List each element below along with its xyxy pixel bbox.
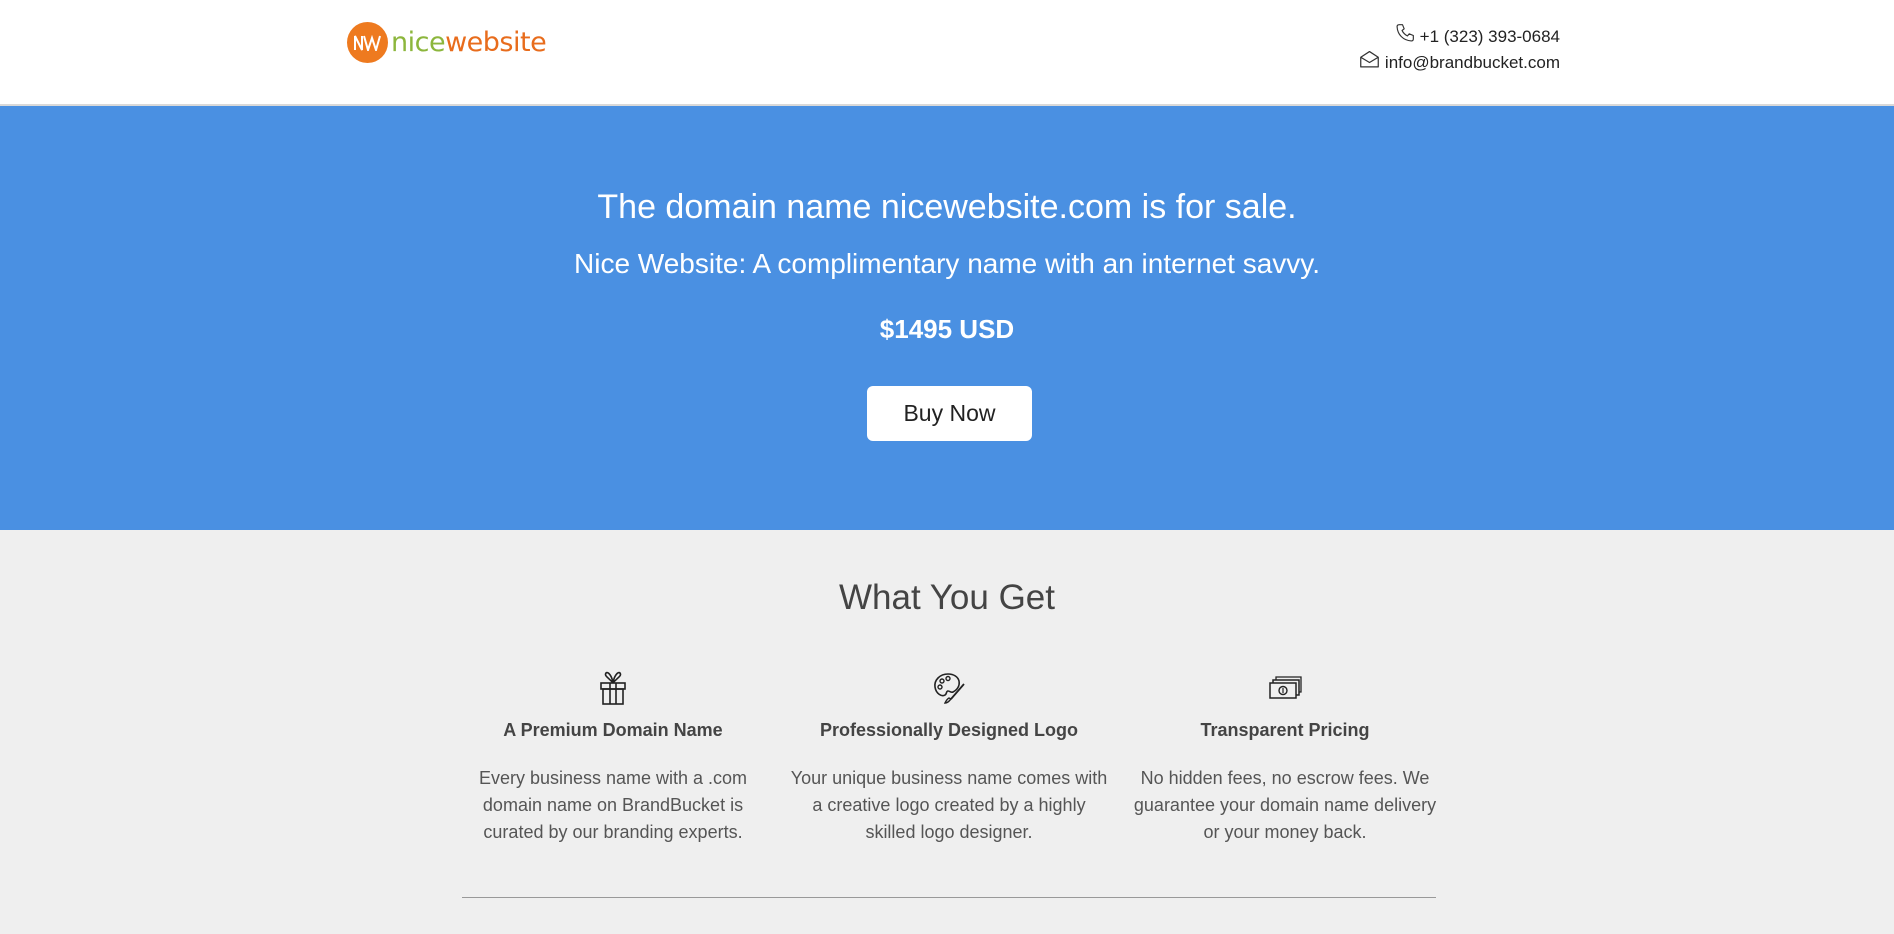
what-you-get-title: What You Get xyxy=(839,578,1055,617)
section-divider xyxy=(462,897,1436,898)
feature-premium-domain: A Premium Domain Name Every business nam… xyxy=(453,670,773,846)
logo-wordmark: nicewebsite xyxy=(391,27,547,58)
site-header: nicewebsite +1 (323) 393-0684 info@brand… xyxy=(0,0,1894,106)
hero-subtitle: Nice Website: A complimentary name with … xyxy=(574,248,1320,279)
email-line[interactable]: info@brandbucket.com xyxy=(1359,50,1560,75)
logo-part-nice: nice xyxy=(391,27,446,58)
feature-text: Your unique business name comes with a c… xyxy=(790,768,1108,842)
contact-info: +1 (323) 393-0684 info@brandbucket.com xyxy=(1359,23,1560,75)
money-icon xyxy=(1125,670,1445,706)
gift-icon xyxy=(453,670,773,706)
logo-part-website: website xyxy=(445,27,547,58)
phone-line[interactable]: +1 (323) 393-0684 xyxy=(1359,23,1560,50)
buy-now-button[interactable]: Buy Now xyxy=(867,386,1032,441)
phone-icon xyxy=(1395,23,1420,50)
phone-number: +1 (323) 393-0684 xyxy=(1419,27,1560,46)
palette-icon xyxy=(789,670,1109,706)
feature-designed-logo: Professionally Designed Logo Your unique… xyxy=(789,670,1109,846)
mail-icon xyxy=(1359,50,1385,75)
price-label: $1495 USD xyxy=(879,314,1015,344)
feature-title: Transparent Pricing xyxy=(1200,720,1370,740)
feature-transparent-pricing: Transparent Pricing No hidden fees, no e… xyxy=(1125,670,1445,846)
feature-title: Professionally Designed Logo xyxy=(819,720,1079,740)
site-logo[interactable]: nicewebsite xyxy=(347,22,547,63)
nw-logo-icon xyxy=(347,22,388,63)
feature-text: Every business name with a .com domain n… xyxy=(478,768,748,842)
email-address: info@brandbucket.com xyxy=(1384,53,1560,72)
hero-section: The domain name nicewebsite.com is for s… xyxy=(0,106,1894,530)
feature-text: No hidden fees, no escrow fees. We guara… xyxy=(1133,768,1437,842)
hero-title: The domain name nicewebsite.com is for s… xyxy=(597,188,1297,226)
feature-title: A Premium Domain Name xyxy=(503,720,723,740)
